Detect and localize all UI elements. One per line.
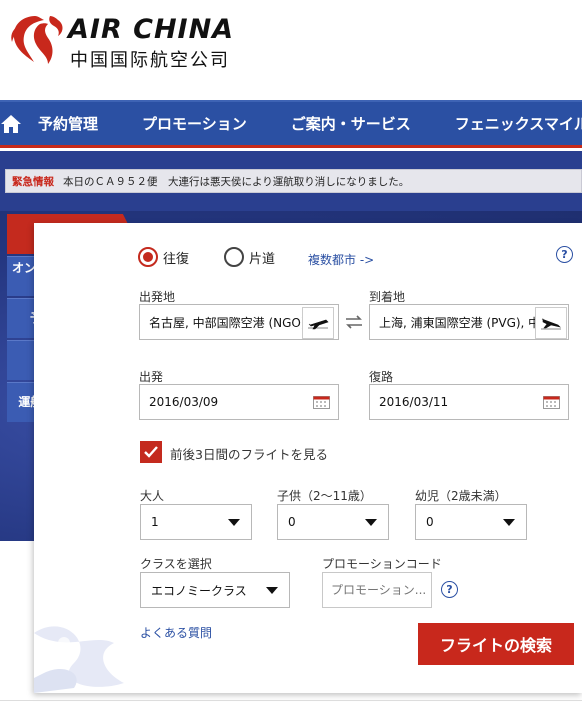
- depart-label: 出発: [139, 370, 164, 384]
- help-icon[interactable]: ?: [441, 581, 458, 598]
- origin-label: 出発地: [139, 290, 176, 304]
- swap-icon[interactable]: [345, 315, 363, 329]
- emergency-alert: 緊急情報 本日のＣＡ９５２便 大連行は悪天侯により運航取り消しになりました。: [5, 169, 582, 193]
- flex-dates-label: 前後3日間のフライトを見る: [170, 447, 328, 462]
- origin-airport-picker[interactable]: [302, 307, 334, 339]
- calendar-icon[interactable]: [543, 396, 560, 409]
- one-way-label: 片道: [249, 251, 276, 267]
- flex-dates-checkbox[interactable]: [140, 441, 162, 463]
- promo-code-label: プロモーションコード: [322, 557, 442, 571]
- round-trip-radio[interactable]: 往復: [138, 247, 189, 267]
- round-trip-label: 往復: [163, 251, 190, 267]
- nav-item-booking-management[interactable]: 予約管理: [38, 102, 126, 145]
- return-date-input[interactable]: 2016/03/11: [369, 384, 569, 420]
- brand-name-en: AIR CHINA: [68, 14, 235, 45]
- infant-count-value: 0: [426, 515, 434, 529]
- adult-count-value: 1: [151, 515, 159, 529]
- destination-label: 到着地: [369, 290, 406, 304]
- child-count-select[interactable]: 0: [277, 504, 389, 540]
- cabin-class-select[interactable]: エコノミークラス: [140, 572, 290, 608]
- help-icon[interactable]: ?: [556, 246, 573, 263]
- airplane-takeoff-icon: [308, 319, 329, 330]
- depart-date-input[interactable]: 2016/03/09: [139, 384, 339, 420]
- adult-label: 大人: [140, 489, 165, 503]
- one-way-radio[interactable]: 片道: [224, 247, 275, 267]
- air-china-phoenix-logo[interactable]: [4, 10, 66, 72]
- origin-value: 名古屋, 中部国際空港 (NGO): [149, 315, 306, 330]
- radio-unselected-indicator: [224, 247, 244, 267]
- page-divider: [0, 700, 582, 701]
- home-icon: [1, 114, 21, 133]
- nav-item-promotion[interactable]: プロモーション: [142, 102, 275, 145]
- adult-count-select[interactable]: 1: [140, 504, 252, 540]
- checkmark-icon: [144, 446, 158, 458]
- site-header: AIR CHINA 中国国际航空公司: [0, 0, 582, 100]
- return-label: 復路: [369, 370, 394, 384]
- calendar-icon[interactable]: [313, 396, 330, 409]
- chevron-down-icon: [266, 587, 278, 594]
- flight-search-button[interactable]: フライトの検索: [418, 623, 574, 665]
- destination-value: 上海, 浦東国際空港 (PVG), 中国: [379, 315, 553, 330]
- child-label: 子供（2〜11歳）: [277, 489, 372, 503]
- chevron-down-icon: [228, 519, 240, 526]
- faq-link[interactable]: よくある質問: [140, 624, 212, 641]
- infant-count-select[interactable]: 0: [415, 504, 527, 540]
- cabin-label: クラスを選択: [140, 557, 212, 571]
- promo-code-input[interactable]: [322, 572, 432, 608]
- return-date-value: 2016/03/11: [379, 395, 449, 409]
- destination-airport-picker[interactable]: [535, 307, 567, 339]
- radio-selected-indicator: [138, 247, 158, 267]
- nav-item-guide-service[interactable]: ご案内・サービス: [291, 102, 439, 145]
- cabin-class-value: エコノミークラス: [151, 583, 247, 598]
- alert-text: 本日のＣＡ９５２便 大連行は悪天侯により運航取り消しになりました。: [63, 175, 410, 188]
- main-nav: 予約管理 プロモーション ご案内・サービス フェニックスマイル: [0, 100, 582, 148]
- infant-label: 幼児（2歳未満）: [415, 489, 507, 503]
- multi-city-link[interactable]: 複数都市 ->: [308, 251, 374, 268]
- chevron-down-icon: [365, 519, 377, 526]
- brand-name-cn: 中国国际航空公司: [70, 50, 230, 71]
- chevron-down-icon: [503, 519, 515, 526]
- nav-home[interactable]: [0, 102, 22, 145]
- child-count-value: 0: [288, 515, 296, 529]
- airplane-landing-icon: [541, 318, 561, 330]
- alert-label: 緊急情報: [12, 175, 54, 188]
- flight-search-card: 往復 片道 複数都市 -> ? 出発地 名古屋, 中部国際空港 (NGO) 到着…: [34, 223, 582, 693]
- nav-item-phoenix-miles[interactable]: フェニックスマイル: [455, 102, 582, 145]
- depart-date-value: 2016/03/09: [149, 395, 219, 409]
